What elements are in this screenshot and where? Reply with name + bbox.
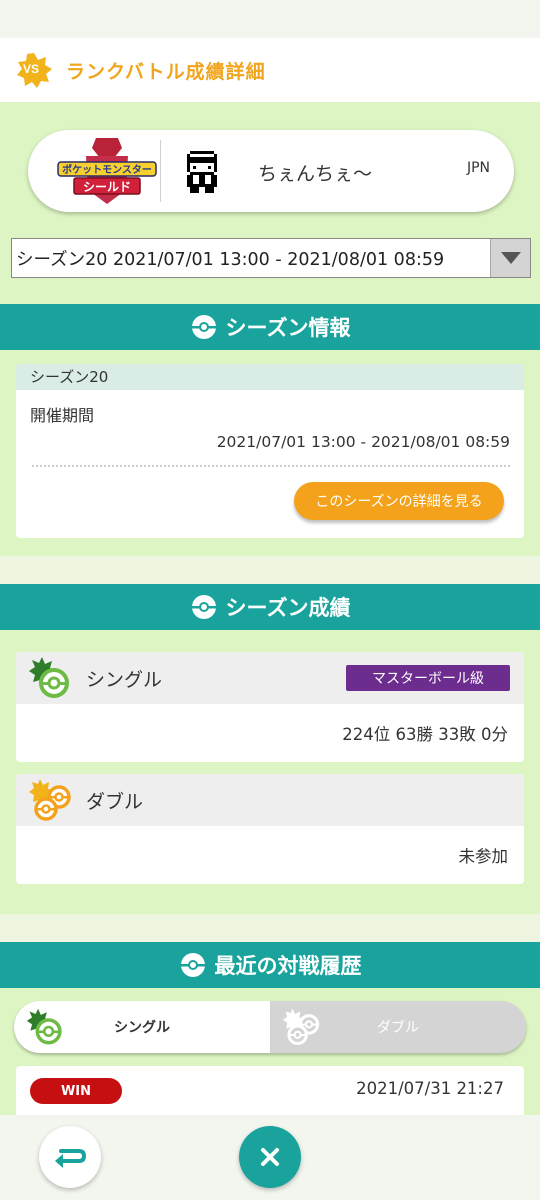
card-divider [160, 140, 161, 202]
single-result-value: 224位 63勝 33敗 0分 [342, 725, 508, 744]
single-battle-icon [29, 657, 69, 698]
game-logo-bottom-text: シールド [83, 180, 131, 194]
section-header-season-results: シーズン成績 [0, 584, 540, 630]
battle-type-tabs: シングル ダブル [14, 1001, 526, 1053]
tab-single-label: シングル [114, 1020, 170, 1036]
battle-datetime: 2021/07/31 21:27 [356, 1079, 504, 1098]
section-header-recent-battles: 最近の対戦履歴 [0, 942, 540, 988]
game-logo-shield: ポケットモンスター シールド [56, 134, 158, 208]
pokeball-icon [191, 595, 216, 619]
close-button[interactable] [239, 1126, 301, 1188]
pokeball-icon [191, 315, 216, 339]
trainer-avatar-icon [178, 148, 226, 196]
page-title: ランクバトル成績詳細 [66, 60, 266, 83]
trainer-region: JPN [466, 160, 490, 176]
section-title-recent-battles: 最近の対戦履歴 [214, 954, 362, 978]
section-title-season-results: シーズン成績 [225, 596, 351, 620]
season-info-panel: シーズン20 開催期間 2021/07/01 13:00 - 2021/08/0… [16, 364, 524, 538]
double-battle-icon [29, 779, 71, 821]
single-label: シングル [86, 668, 163, 691]
result-badge: WIN [30, 1078, 122, 1104]
rank-badge: マスターボール級 [346, 665, 510, 691]
season-detail-button[interactable]: このシーズンの詳細を見る [294, 482, 504, 520]
tab-double[interactable]: ダブル [270, 1001, 526, 1053]
season-name: シーズン20 [16, 364, 524, 390]
period-label: 開催期間 [30, 406, 95, 425]
dotted-divider [32, 465, 510, 467]
vs-text: VS [23, 62, 40, 76]
caret-down-icon [500, 252, 521, 264]
period-value: 2021/07/01 13:00 - 2021/08/01 08:59 [216, 433, 510, 451]
section-title-season-info: シーズン情報 [225, 316, 351, 340]
season-select-value: シーズン20 2021/07/01 13:00 - 2021/08/01 08:… [16, 249, 445, 270]
tab-single[interactable]: シングル [14, 1001, 270, 1053]
back-button[interactable] [39, 1126, 101, 1188]
vs-badge-icon: VS [16, 52, 52, 88]
double-result-head: ダブル [16, 774, 524, 826]
game-logo-top-text: ポケットモンスター [62, 163, 152, 176]
single-result-panel: シングル マスターボール級 224位 63勝 33敗 0分 [16, 652, 524, 762]
season-select[interactable]: シーズン20 2021/07/01 13:00 - 2021/08/01 08:… [11, 238, 531, 278]
top-strip [0, 0, 540, 38]
season-select-dropdown-button[interactable] [490, 239, 530, 277]
trainer-card: ポケットモンスター シールド ちぇんちぇ～ JPN [28, 130, 514, 212]
close-icon [261, 1148, 279, 1166]
pokeball-icon [180, 953, 205, 977]
back-arrow-icon [55, 1149, 87, 1168]
single-result-head: シングル マスターボール級 [16, 652, 524, 704]
tab-double-label: ダブル [377, 1020, 419, 1036]
double-result-value: 未参加 [458, 847, 509, 866]
section-header-season-info: シーズン情報 [0, 304, 540, 350]
page-header: VS ランクバトル成績詳細 [0, 38, 540, 102]
trainer-name: ちぇんちぇ～ [258, 163, 373, 185]
double-label: ダブル [86, 790, 144, 813]
double-result-panel: ダブル 未参加 [16, 774, 524, 884]
